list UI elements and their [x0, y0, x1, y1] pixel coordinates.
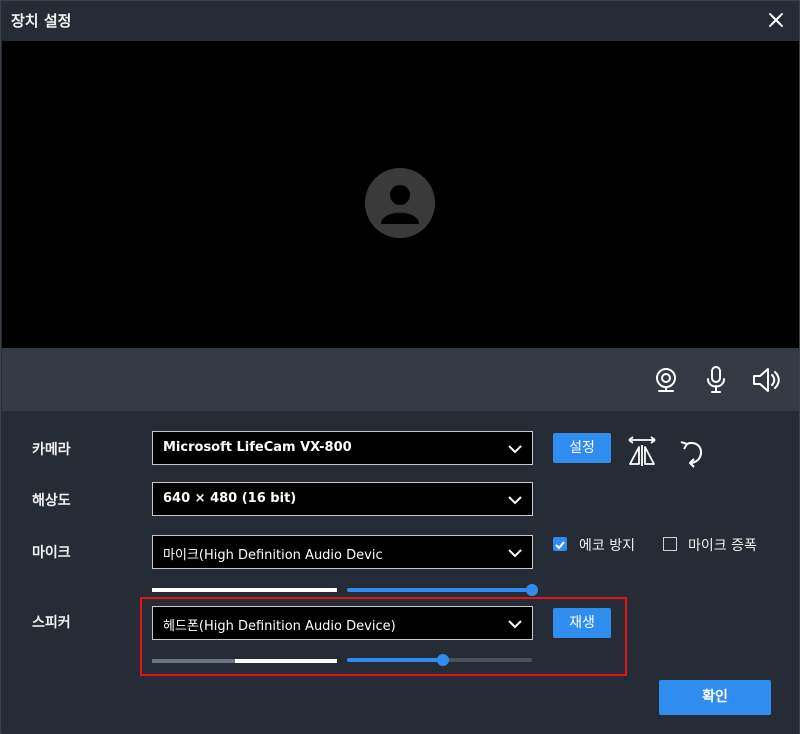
checkmark-icon	[555, 541, 565, 550]
microphone-icon[interactable]	[700, 364, 732, 396]
mic-select-value: 마이크(High Definition Audio Devic	[163, 548, 383, 563]
flip-horizontal-icon[interactable]	[626, 436, 658, 468]
camera-preview	[2, 41, 799, 348]
mic-volume-slider[interactable]	[347, 584, 538, 596]
mic-level-meter	[152, 588, 337, 592]
speaker-icon[interactable]	[750, 364, 782, 396]
resolution-select[interactable]: 640 × 480 (16 bit)	[152, 482, 533, 516]
chevron-down-icon	[508, 445, 522, 454]
mic-label: 마이크	[32, 545, 71, 561]
mic-select[interactable]: 마이크(High Definition Audio Devic	[152, 535, 533, 569]
close-icon[interactable]	[765, 9, 787, 31]
mic-volume-knob[interactable]	[526, 584, 538, 596]
mic-volume-fill	[347, 588, 532, 592]
confirm-button[interactable]: 확인	[659, 680, 771, 715]
mic-boost-checkbox[interactable]	[663, 537, 677, 551]
camera-label: 카메라	[32, 442, 71, 458]
echo-cancel-label: 에코 방지	[579, 538, 635, 554]
resolution-label: 해상도	[32, 493, 71, 509]
resolution-select-value: 640 × 480 (16 bit)	[163, 491, 297, 506]
speaker-highlight-box	[140, 597, 627, 676]
rotate-icon[interactable]	[676, 436, 708, 468]
camera-select-value: Microsoft LifeCam VX-800	[163, 440, 352, 455]
chevron-down-icon	[508, 496, 522, 505]
camera-select[interactable]: Microsoft LifeCam VX-800	[152, 431, 533, 465]
chevron-down-icon	[508, 549, 522, 558]
camera-settings-button[interactable]: 설정	[553, 433, 611, 463]
settings-panel: 카메라 Microsoft LifeCam VX-800 설정 해상도 640 …	[2, 411, 799, 734]
title-bar: 장치 설정	[1, 1, 799, 41]
device-tabs-bar	[2, 348, 799, 411]
dialog-title: 장치 설정	[11, 12, 72, 30]
speaker-label: 스피커	[32, 615, 71, 631]
user-avatar-icon	[365, 168, 435, 238]
echo-cancel-checkbox[interactable]	[553, 537, 567, 551]
mic-boost-label: 마이크 증폭	[688, 538, 757, 554]
webcam-icon[interactable]	[650, 364, 682, 396]
device-settings-dialog: 장치 설정 카메라 Microsoft LifeCam VX-800 설정 해상…	[0, 0, 800, 734]
